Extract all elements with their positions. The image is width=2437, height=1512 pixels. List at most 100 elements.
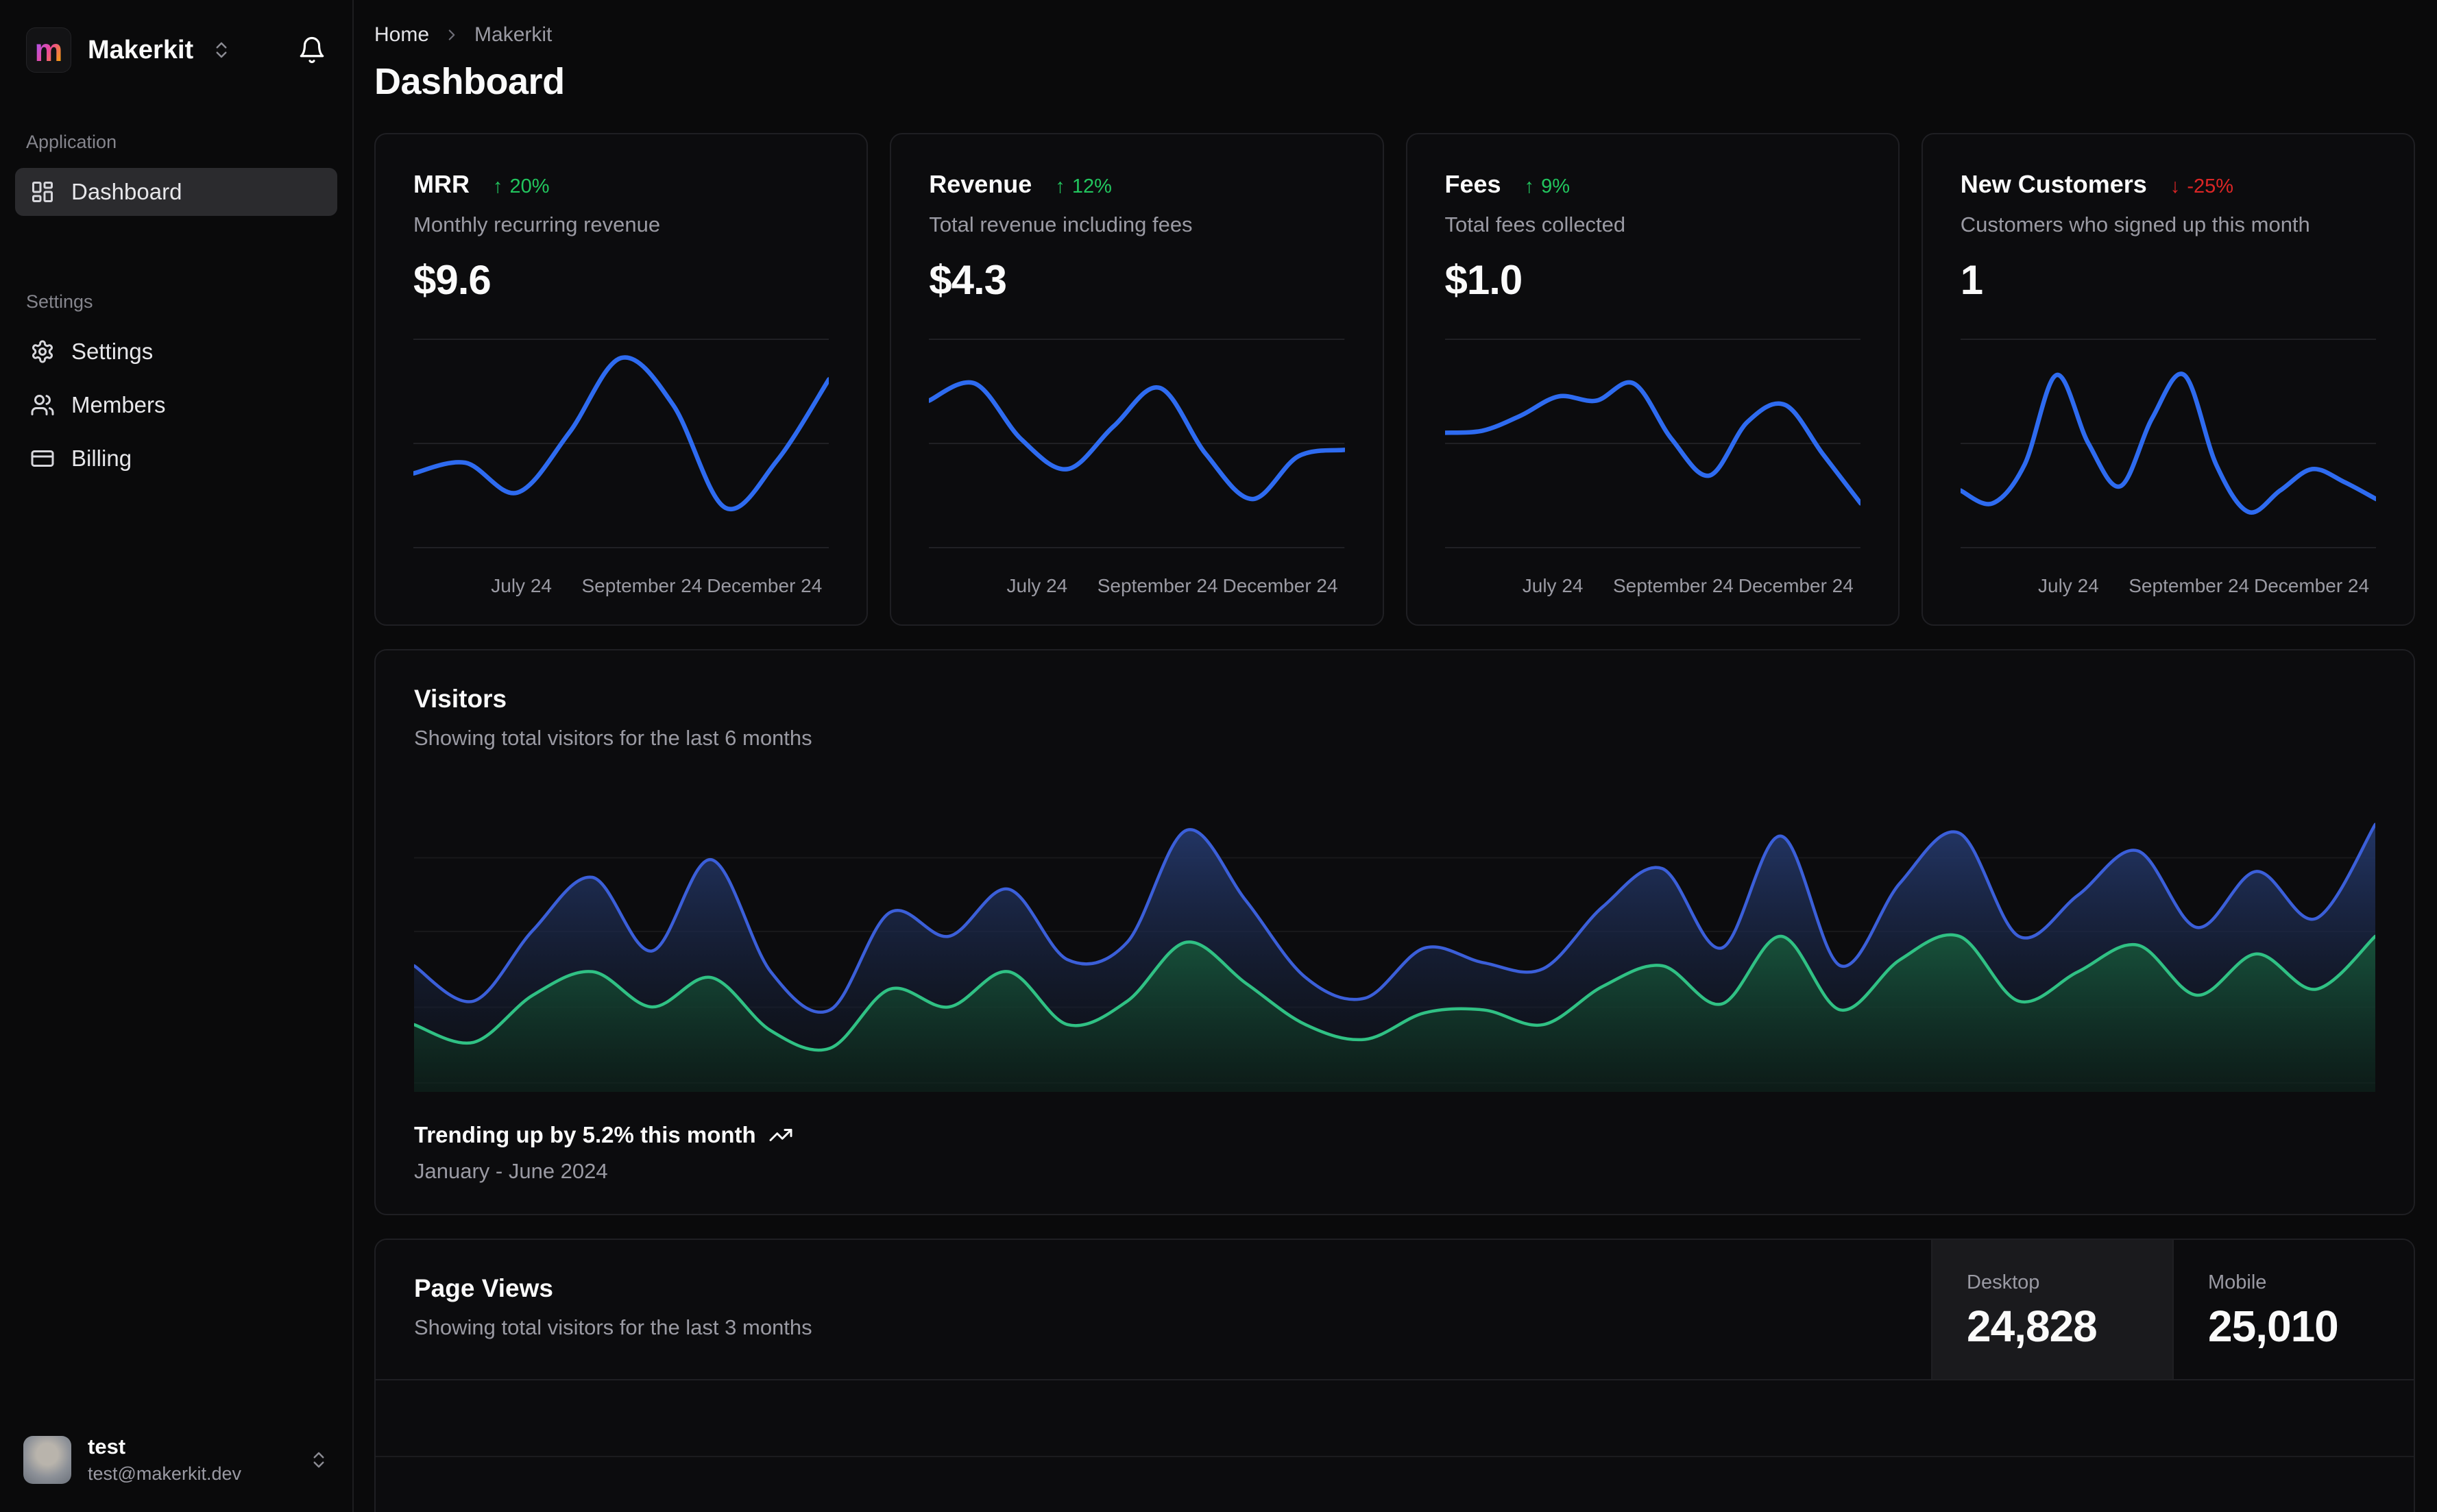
stat-title: Revenue xyxy=(929,170,1032,198)
mrr-sparkline-chart xyxy=(413,327,829,560)
x-tick: December 24 xyxy=(2253,575,2370,596)
stat-title: Fees xyxy=(1444,170,1501,198)
stat-value: $4.3 xyxy=(929,257,1007,303)
stat-value: $9.6 xyxy=(413,257,492,303)
stat-title: New Customers xyxy=(1960,170,2147,198)
sidebar-item-label: Members xyxy=(71,392,166,417)
page-views-subtitle: Showing total visitors for the last 3 mo… xyxy=(414,1315,812,1339)
tab-mobile[interactable]: Mobile 25,010 xyxy=(2172,1240,2414,1379)
avatar xyxy=(23,1435,71,1484)
gear-icon xyxy=(30,339,55,364)
trend-badge: ↓ -25% xyxy=(2170,175,2233,198)
trend-badge: ↑ 12% xyxy=(1055,175,1112,198)
x-tick: December 24 xyxy=(1738,575,1854,596)
visitors-period: January - June 2024 xyxy=(414,1159,608,1183)
arrow-up-icon: ↑ xyxy=(492,175,503,197)
visitors-subtitle: Showing total visitors for the last 6 mo… xyxy=(414,726,812,750)
stat-cards-row: MRR ↑ 20% Monthly recurring revenue $9.6… xyxy=(374,133,2415,626)
x-tick: July 24 xyxy=(1522,575,1584,596)
sidebar: m Makerkit Application Dashboard Setting… xyxy=(0,0,354,1512)
breadcrumb-current: Makerkit xyxy=(474,23,553,46)
user-menu[interactable]: test test@makerkit.dev xyxy=(0,1414,352,1512)
credit-card-icon xyxy=(30,446,55,471)
breadcrumb-home-link[interactable]: Home xyxy=(374,23,429,47)
chevron-right-icon xyxy=(443,26,461,44)
sidebar-item-members[interactable]: Members xyxy=(15,381,337,429)
x-tick: December 24 xyxy=(1222,575,1338,596)
notifications-bell-icon[interactable] xyxy=(298,36,326,64)
page-title: Dashboard xyxy=(374,61,565,102)
stat-description: Customers who signed up this month xyxy=(1960,212,2310,236)
user-name: test xyxy=(88,1435,126,1459)
tab-value: 24,828 xyxy=(1967,1302,2098,1351)
arrow-up-icon: ↑ xyxy=(1055,175,1065,197)
gridline xyxy=(376,1456,2414,1457)
sidebar-item-label: Settings xyxy=(71,339,154,364)
trend-badge: ↑ 9% xyxy=(1525,175,1570,198)
tab-desktop[interactable]: Desktop 24,828 xyxy=(1931,1240,2172,1379)
trend-value: -25% xyxy=(2187,175,2234,197)
stat-description: Total fees collected xyxy=(1444,212,1626,236)
brand-name: Makerkit xyxy=(88,35,194,64)
sidebar-item-billing[interactable]: Billing xyxy=(15,435,337,483)
arrow-up-icon: ↑ xyxy=(1524,175,1535,197)
trending-up-icon xyxy=(768,1123,793,1147)
page-views-card: Page Views Showing total visitors for th… xyxy=(374,1239,2415,1512)
stat-card-mrr: MRR ↑ 20% Monthly recurring revenue $9.6… xyxy=(374,133,869,626)
stat-description: Total revenue including fees xyxy=(929,212,1193,236)
tab-label: Desktop xyxy=(1967,1271,2040,1293)
visitors-title: Visitors xyxy=(414,685,507,713)
workspace-selector[interactable]: m Makerkit xyxy=(0,0,352,93)
sidebar-nav: Application Dashboard Settings Settings … xyxy=(0,93,352,483)
makerkit-logo: m xyxy=(26,27,71,73)
x-tick: July 24 xyxy=(2038,575,2099,596)
sidebar-item-settings[interactable]: Settings xyxy=(15,328,337,376)
dashboard-icon xyxy=(30,180,55,204)
x-tick: July 24 xyxy=(491,575,552,596)
stat-card-fees: Fees ↑ 9% Total fees collected $1.0 July… xyxy=(1405,133,1900,626)
page-views-bar-chart xyxy=(376,1380,2414,1512)
stat-value: 1 xyxy=(1960,257,1983,303)
chevrons-up-down-icon xyxy=(308,1450,329,1470)
visitors-area-chart xyxy=(376,782,2414,1092)
nav-group-settings: Settings xyxy=(26,291,93,312)
x-axis-labels: July 24 September 24 December 24 xyxy=(1961,571,2376,600)
stat-card-revenue: Revenue ↑ 12% Total revenue including fe… xyxy=(890,133,1384,626)
x-tick: September 24 xyxy=(1612,575,1734,596)
x-tick: September 24 xyxy=(2129,575,2250,596)
page-views-title: Page Views xyxy=(414,1274,553,1302)
stat-description: Monthly recurring revenue xyxy=(413,212,661,236)
nav-group-application: Application xyxy=(26,132,117,152)
trend-value: 20% xyxy=(509,175,550,197)
x-axis-labels: July 24 September 24 December 24 xyxy=(929,571,1344,600)
revenue-sparkline-chart xyxy=(929,327,1344,560)
tab-value: 25,010 xyxy=(2208,1302,2339,1351)
x-axis-labels: July 24 September 24 December 24 xyxy=(1445,571,1860,600)
breadcrumb: Home Makerkit xyxy=(374,23,2415,47)
stat-title: MRR xyxy=(413,170,470,198)
x-tick: December 24 xyxy=(707,575,823,596)
users-icon xyxy=(30,393,55,417)
visitors-trend-text: Trending up by 5.2% this month xyxy=(414,1122,756,1147)
stat-card-new-customers: New Customers ↓ -25% Customers who signe… xyxy=(1921,133,2415,626)
trend-badge: ↑ 20% xyxy=(493,175,550,198)
trend-value: 9% xyxy=(1541,175,1570,197)
fees-sparkline-chart xyxy=(1445,327,1860,560)
visitors-card: Visitors Showing total visitors for the … xyxy=(374,649,2415,1215)
chevrons-up-down-icon xyxy=(211,40,232,60)
main-content: Home Makerkit Dashboard MRR ↑ 20% Monthl… xyxy=(354,0,2437,1512)
user-email: test@makerkit.dev xyxy=(88,1463,241,1484)
x-axis-labels: July 24 September 24 December 24 xyxy=(413,571,829,600)
arrow-down-icon: ↓ xyxy=(2170,175,2181,197)
sidebar-item-label: Dashboard xyxy=(71,179,182,204)
sidebar-item-dashboard[interactable]: Dashboard xyxy=(15,168,337,216)
sidebar-item-label: Billing xyxy=(71,446,132,471)
x-tick: September 24 xyxy=(581,575,703,596)
x-tick: July 24 xyxy=(1006,575,1068,596)
logo-letter: m xyxy=(34,32,63,68)
trend-value: 12% xyxy=(1071,175,1112,197)
stat-value: $1.0 xyxy=(1444,257,1523,303)
x-tick: September 24 xyxy=(1097,575,1218,596)
tab-label: Mobile xyxy=(2208,1271,2267,1293)
new-customers-sparkline-chart xyxy=(1961,327,2376,560)
